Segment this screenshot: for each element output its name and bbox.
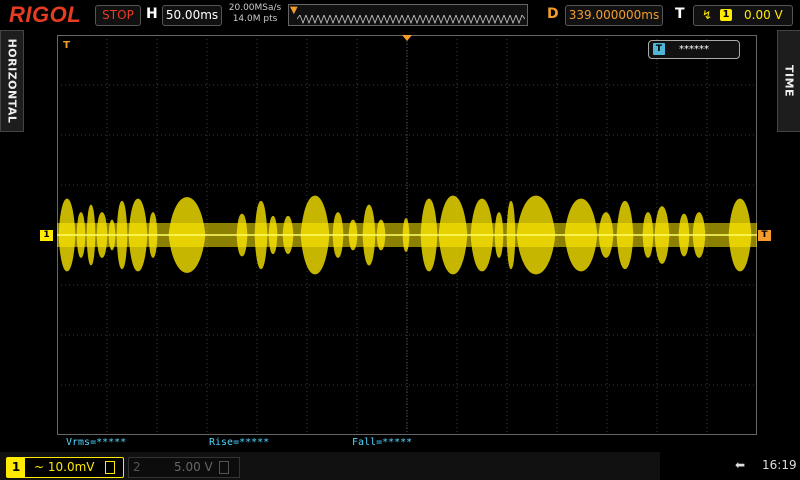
run-stop-status[interactable]: STOP (95, 5, 141, 26)
ch2-scale: 5.00 V (174, 460, 213, 474)
waveform-display[interactable] (57, 35, 757, 435)
measurement-fall: Fall=***** (352, 437, 413, 448)
time-menu-tab[interactable]: TIME (777, 30, 800, 132)
horizontal-menu-tab[interactable]: HORIZONTAL (0, 30, 24, 132)
sample-info: 20.00MSa/s 14.0M pts (226, 3, 284, 25)
trigger-label: T (675, 6, 685, 22)
delay-value[interactable]: 339.000000ms (565, 5, 663, 26)
ch2-bandwidth-icon (219, 461, 229, 474)
trigger-flag-icon: T (653, 43, 665, 55)
channel-1-settings[interactable]: 1 ~ 10.0mV (6, 457, 124, 478)
rising-edge-icon: ↯ (702, 8, 713, 22)
channel-2-settings[interactable]: 2 5.00 V (128, 457, 240, 478)
channel-status-bar: 1 ~ 10.0mV 2 5.00 V ⬅ 16:19 (0, 452, 800, 480)
rigol-logo: RIGOL (9, 2, 82, 27)
ch1-ground-marker[interactable]: 1 (40, 230, 53, 241)
ch1-scale: ~ 10.0mV (34, 460, 95, 474)
horizontal-tab-label: HORIZONTAL (5, 38, 19, 124)
horizontal-label: H (146, 6, 158, 22)
measurement-vrms: Vrms=***** (66, 437, 127, 448)
system-clock: 16:19 (762, 458, 797, 472)
trigger-source: 1 (720, 9, 732, 21)
memory-depth: 14.0M pts (232, 14, 278, 24)
memory-overview-wave (297, 15, 525, 24)
usb-icon: ⬅ (735, 458, 746, 472)
measurement-rise: Rise=***** (209, 437, 270, 448)
memory-overview-strip[interactable]: ▼ (288, 4, 528, 26)
trigger-status-flag: T ****** (648, 40, 740, 59)
ch1-bandwidth-icon (105, 461, 115, 474)
trigger-time-marker-icon: T (63, 40, 70, 51)
trigger-flag-text: ****** (679, 44, 709, 55)
trigger-settings[interactable]: ↯ 1 0.00 V (693, 5, 793, 26)
timebase-value[interactable]: 50.00ms (162, 5, 222, 26)
delay-label: D (547, 6, 559, 22)
trigger-level-marker[interactable]: T (758, 230, 771, 241)
time-tab-label: TIME (782, 64, 796, 98)
trigger-level: 0.00 V (744, 8, 783, 22)
ch1-number: 1 (7, 458, 25, 477)
waveform-grid (57, 35, 757, 435)
top-status-bar: RIGOL STOP H 50.00ms 20.00MSa/s 14.0M pt… (0, 0, 800, 30)
ch2-number: 2 (133, 460, 141, 474)
sample-rate: 20.00MSa/s (228, 3, 282, 13)
